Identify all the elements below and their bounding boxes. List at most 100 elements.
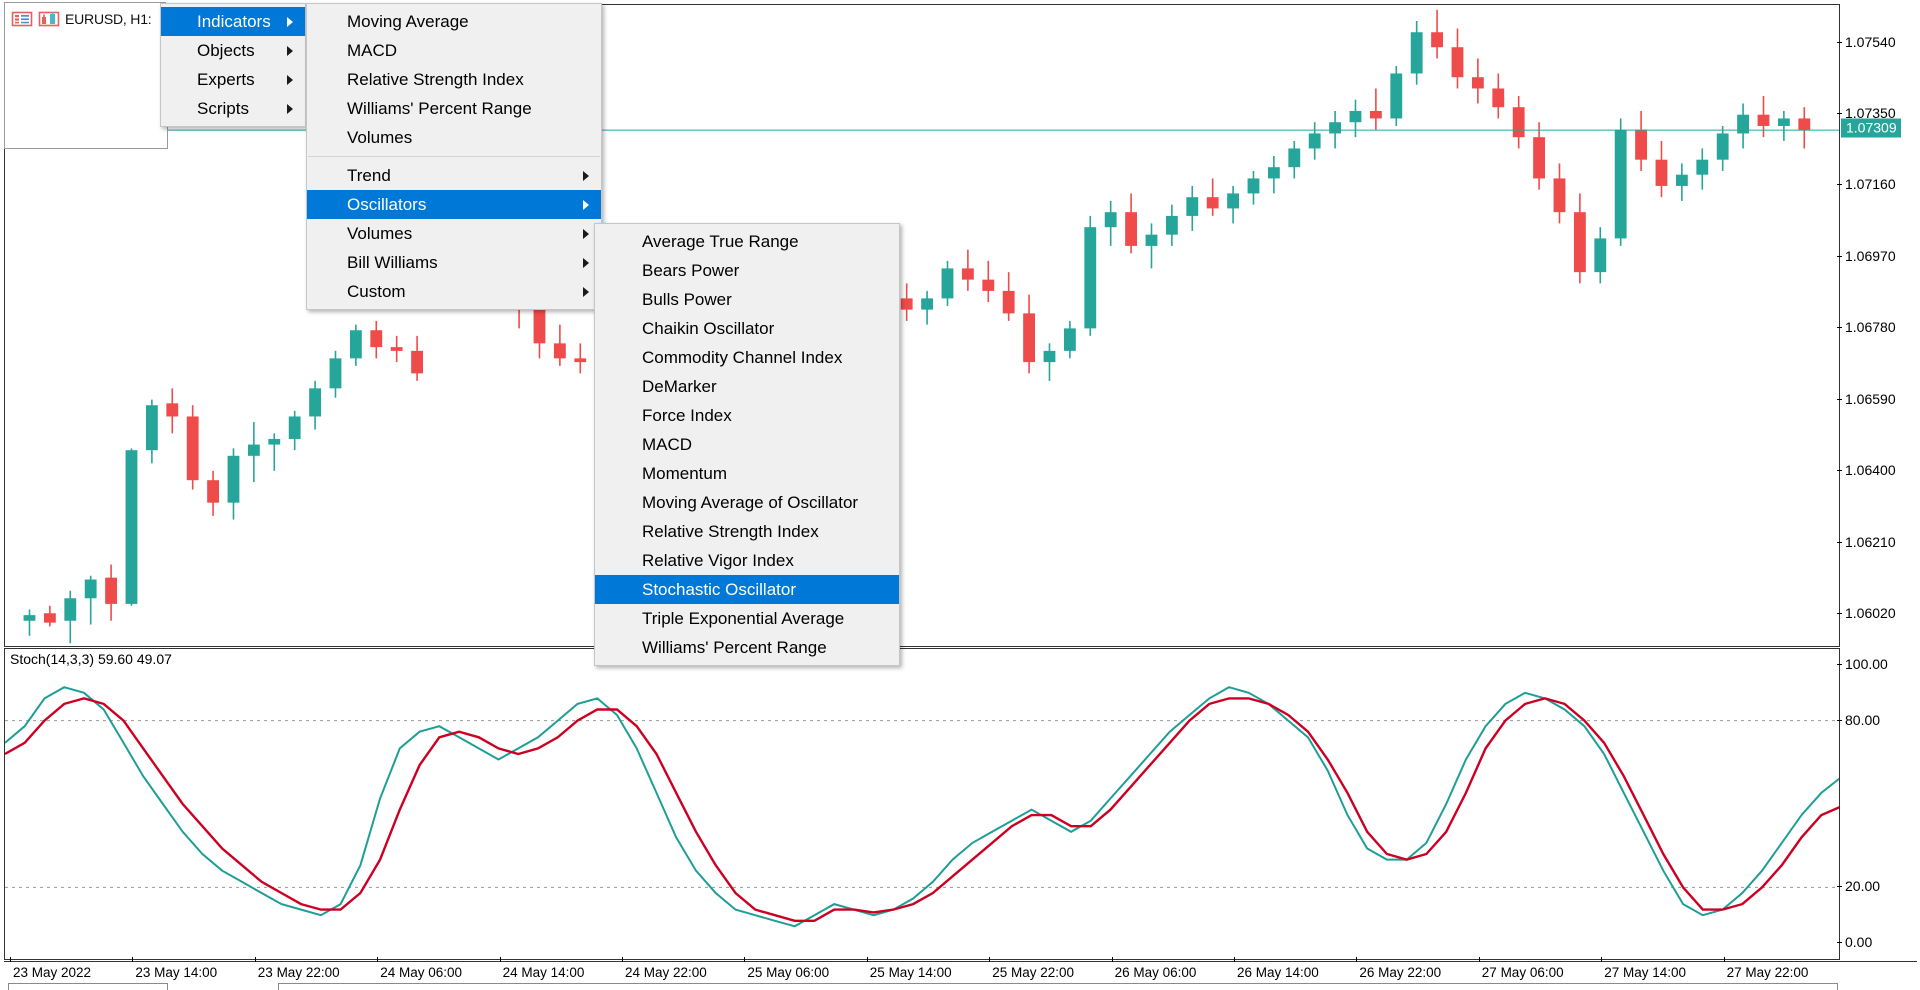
menu-item-triple-exponential-average[interactable]: Triple Exponential Average xyxy=(595,604,899,633)
chevron-right-icon xyxy=(583,199,589,210)
time-tick xyxy=(254,957,256,962)
menu-item-label: Commodity Channel Index xyxy=(642,347,843,367)
time-tick xyxy=(1601,957,1603,962)
bottom-panel-tab-1[interactable] xyxy=(8,983,168,990)
time-axis-label: 27 May 06:00 xyxy=(1481,965,1564,980)
time-axis-label: 24 May 14:00 xyxy=(502,965,585,980)
chevron-right-icon xyxy=(287,45,293,56)
menu-item-volumes[interactable]: Volumes xyxy=(307,123,601,152)
menu-item-trend[interactable]: Trend xyxy=(307,161,601,190)
time-axis-label: 24 May 06:00 xyxy=(380,965,462,980)
price-tick: 1.06210 xyxy=(1837,534,1896,550)
menu-item-label: Relative Vigor Index xyxy=(642,550,794,570)
menu-item-demarker[interactable]: DeMarker xyxy=(595,372,899,401)
price-tick: 1.07540 xyxy=(1837,34,1896,50)
menu-item-stochastic-oscillator[interactable]: Stochastic Oscillator xyxy=(595,575,899,604)
time-axis-label: 23 May 22:00 xyxy=(257,965,340,980)
navigator-panel[interactable] xyxy=(4,33,168,149)
menu-item-indicators[interactable]: Indicators xyxy=(161,7,305,36)
indicator-tick: 0.00 xyxy=(1836,934,1872,950)
context-menu-insert[interactable]: Indicators Objects Experts Scripts xyxy=(160,3,306,127)
chart-tab[interactable]: EURUSD, H1: xyxy=(4,2,166,34)
time-tick xyxy=(132,957,134,962)
menu-item-relative-strength-index[interactable]: Relative Strength Index xyxy=(595,517,899,546)
menu-item-label: Volumes xyxy=(347,223,413,243)
time-tick xyxy=(866,957,868,962)
menu-item-label: Custom xyxy=(347,281,406,301)
menu-item-label: MACD xyxy=(347,40,398,60)
menu-item-label: Momentum xyxy=(642,463,728,483)
menu-item-chaikin-oscillator[interactable]: Chaikin Oscillator xyxy=(595,314,899,343)
menu-item-label: Williams' Percent Range xyxy=(642,637,827,657)
trading-terminal-window: Stoch(14,3,3) 59.60 49.07 1.07540 1.07350… xyxy=(0,0,1920,990)
menu-item-label: DeMarker xyxy=(642,376,717,396)
menu-item-label: Relative Strength Index xyxy=(347,69,524,89)
time-tick xyxy=(1723,957,1725,962)
indicator-axis[interactable]: 100.00 80.00 20.00 0.00 xyxy=(1836,648,1917,960)
stochastic-plot xyxy=(5,686,1839,928)
menu-item-williams-percent-range[interactable]: Williams' Percent Range xyxy=(307,94,601,123)
time-tick xyxy=(622,957,623,962)
menu-item-average-true-range[interactable]: Average True Range xyxy=(595,227,899,256)
menu-item-momentum[interactable]: Momentum xyxy=(595,459,899,488)
menu-item-label: Experts xyxy=(197,69,255,89)
price-tick: 1.07160 xyxy=(1837,176,1896,192)
chevron-right-icon xyxy=(583,257,589,268)
menu-item-moving-average[interactable]: Moving Average xyxy=(307,7,601,36)
time-axis-label: 27 May 22:00 xyxy=(1726,965,1809,980)
indicator-tick: 20.00 xyxy=(1836,878,1880,894)
menu-item-scripts[interactable]: Scripts xyxy=(161,94,305,123)
time-tick xyxy=(1478,957,1480,962)
chart-icon xyxy=(38,11,60,26)
menu-item-label: Moving Average of Oscillator xyxy=(642,492,859,512)
time-axis-label: 27 May 14:00 xyxy=(1604,965,1686,980)
time-axis-label: 26 May 22:00 xyxy=(1359,965,1442,980)
menu-item-moving-average-of-oscillator[interactable]: Moving Average of Oscillator xyxy=(595,488,899,517)
menu-item-label: Bill Williams xyxy=(347,252,438,272)
menu-item-custom[interactable]: Custom xyxy=(307,277,601,306)
chart-tab-label: EURUSD, H1: xyxy=(65,10,152,27)
menu-item-oscillators[interactable]: Oscillators xyxy=(307,190,601,219)
menu-item-experts[interactable]: Experts xyxy=(161,65,305,94)
context-menu-indicators[interactable]: Moving Average MACD Relative Strength Inde… xyxy=(306,3,602,310)
menu-item-objects[interactable]: Objects xyxy=(161,36,305,65)
time-tick xyxy=(1111,957,1113,962)
time-axis[interactable]: 23 May 2022 23 May 14:00 23 May 22:00 24 Ma… xyxy=(4,957,1917,984)
menu-item-relative-vigor-index[interactable]: Relative Vigor Index xyxy=(595,546,899,575)
menu-item-label: Triple Exponential Average xyxy=(642,608,845,628)
menu-item-label: MACD xyxy=(642,434,693,454)
menu-item-label: Moving Average xyxy=(347,11,469,31)
context-menu-oscillators[interactable]: Average True Range Bears Power Bulls Power… xyxy=(594,223,900,666)
time-tick xyxy=(377,957,379,962)
time-axis-label: 23 May 2022 xyxy=(13,965,92,980)
menu-item-macd[interactable]: MACD xyxy=(307,36,601,65)
chevron-right-icon xyxy=(287,103,293,114)
stochastic-indicator-pane[interactable]: Stoch(14,3,3) 59.60 49.07 xyxy=(4,648,1840,960)
menu-item-commodity-channel-index[interactable]: Commodity Channel Index xyxy=(595,343,899,372)
menu-item-label: Indicators xyxy=(197,11,271,31)
price-axis[interactable]: 1.07540 1.07350 1.07160 1.06970 1.06780 1.065… xyxy=(1837,4,1917,647)
menu-item-force-index[interactable]: Force Index xyxy=(595,401,899,430)
time-axis-label: 25 May 06:00 xyxy=(747,965,830,980)
time-axis-label: 23 May 14:00 xyxy=(135,965,218,980)
menu-item-bears-power[interactable]: Bears Power xyxy=(595,256,899,285)
menu-item-williams-percent-range[interactable]: Williams' Percent Range xyxy=(595,633,899,662)
menu-item-label: Average True Range xyxy=(642,231,799,251)
chevron-right-icon xyxy=(583,170,589,181)
menu-item-bulls-power[interactable]: Bulls Power xyxy=(595,285,899,314)
price-tick: 1.06400 xyxy=(1837,462,1896,478)
price-tick: 1.06020 xyxy=(1837,605,1896,621)
menu-item-label: Force Index xyxy=(642,405,732,425)
menu-item-macd[interactable]: MACD xyxy=(595,430,899,459)
chevron-right-icon xyxy=(287,74,293,85)
menu-item-volumes[interactable]: Volumes xyxy=(307,219,601,248)
list-icon xyxy=(11,11,33,26)
time-axis-label: 25 May 14:00 xyxy=(869,965,952,980)
bottom-panel-tab-2[interactable] xyxy=(278,983,1838,990)
menu-item-relative-strength-index[interactable]: Relative Strength Index xyxy=(307,65,601,94)
menu-item-bill-williams[interactable]: Bill Williams xyxy=(307,248,601,277)
time-tick xyxy=(1234,957,1235,962)
time-axis-label: 25 May 22:00 xyxy=(992,965,1074,980)
price-tick: 1.06590 xyxy=(1837,391,1896,407)
chevron-right-icon xyxy=(583,286,589,297)
